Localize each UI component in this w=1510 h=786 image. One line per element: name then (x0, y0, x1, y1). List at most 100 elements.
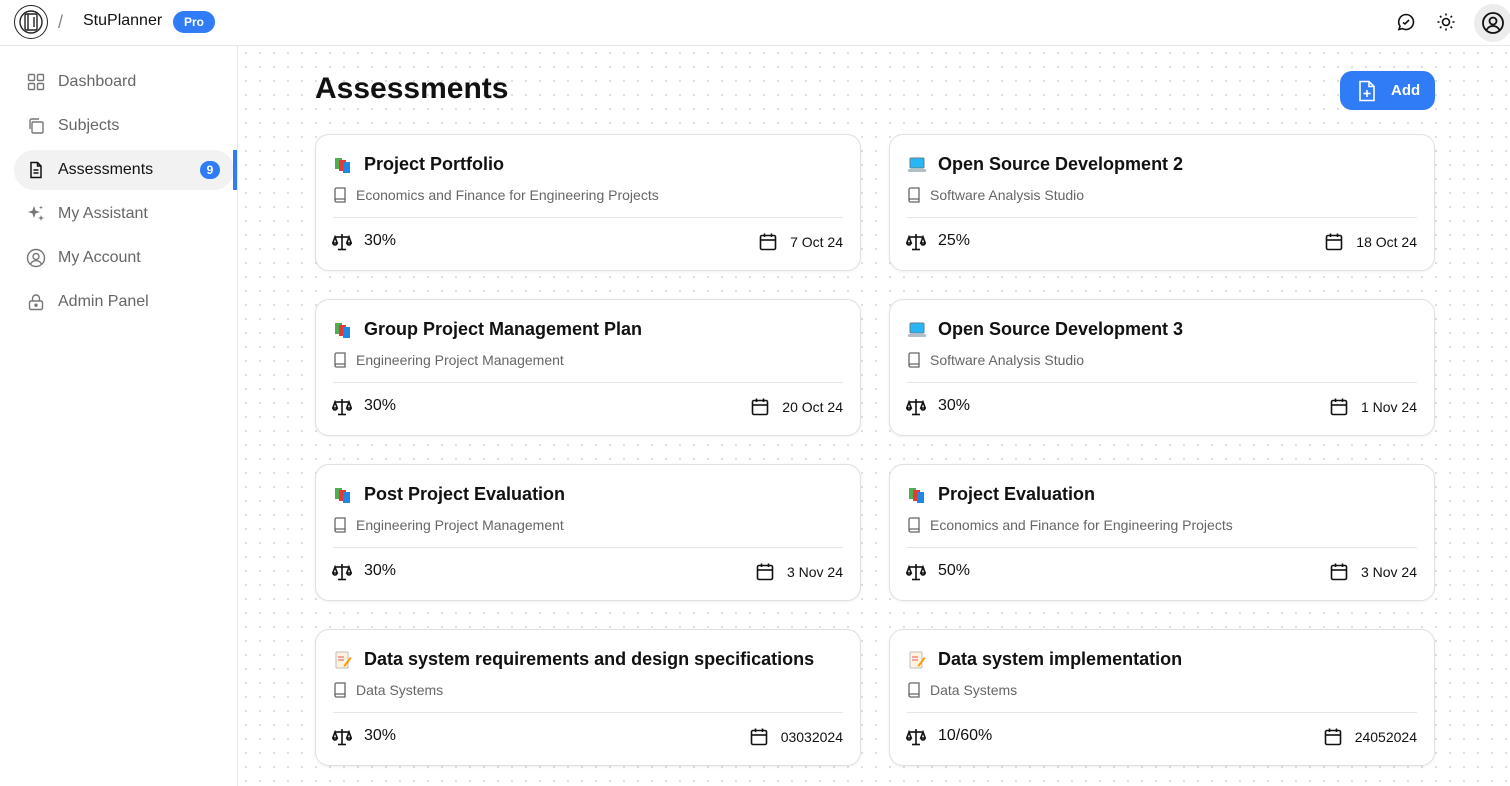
add-assessment-button[interactable]: Add (1340, 71, 1435, 110)
sidebar-item-label: My Account (58, 249, 141, 266)
calendar-icon (1323, 727, 1343, 747)
assessment-weight: 30% (938, 397, 971, 414)
books-emoji-icon (333, 155, 353, 175)
assessment-title: Project Evaluation (938, 484, 1096, 504)
calendar-icon (755, 562, 775, 582)
scale-weight-icon (905, 562, 927, 582)
sidebar: Dashboard Subjects Assessments 9 My Assi… (0, 46, 238, 786)
assessment-card[interactable]: Post Project Evaluation Engineering Proje… (315, 464, 861, 601)
card-divider (333, 217, 843, 218)
active-indicator (233, 150, 237, 190)
calendar-icon (1324, 232, 1344, 252)
sidebar-item-subjects[interactable]: Subjects (14, 106, 234, 146)
top-bar: / StuPlanner Pro (0, 0, 1510, 46)
assessment-subject: Data Systems (930, 682, 1018, 698)
assessment-date: 3 Nov 24 (786, 564, 843, 580)
memo-emoji-icon (333, 650, 353, 670)
due-date: 18 Oct 24 (1324, 232, 1417, 252)
laptop-emoji-icon (907, 155, 927, 175)
app-logo-icon[interactable] (14, 5, 48, 39)
due-date: 24052024 (1323, 727, 1417, 747)
laptop-emoji-icon (907, 320, 927, 340)
sidebar-item-dashboard[interactable]: Dashboard (14, 62, 234, 102)
chat-feedback-icon[interactable] (1395, 11, 1417, 33)
calendar-icon (1329, 562, 1349, 582)
sidebar-item-assessments[interactable]: Assessments 9 (14, 150, 234, 190)
due-date: 1 Nov 24 (1329, 397, 1417, 417)
assessment-title: Group Project Management Plan (364, 319, 643, 339)
assessment-card[interactable]: Project Evaluation Economics and Finance … (889, 464, 1435, 601)
assessment-card[interactable]: Group Project Management Plan Engineering… (315, 299, 861, 436)
scale-weight-icon (331, 562, 353, 582)
book-icon (333, 187, 347, 203)
sidebar-item-my-account[interactable]: My Account (14, 238, 234, 278)
assessment-card[interactable]: Data system requirements and design spec… (315, 629, 861, 766)
book-icon (333, 517, 347, 533)
books-emoji-icon (333, 320, 353, 340)
scale-weight-icon (331, 727, 353, 747)
calendar-icon (749, 727, 769, 747)
sidebar-item-label: Dashboard (58, 73, 137, 90)
assessment-card[interactable]: Open Source Development 3 Software Analys… (889, 299, 1435, 436)
book-icon (907, 352, 921, 368)
scale-weight-icon (331, 397, 353, 417)
sun-theme-icon[interactable] (1435, 11, 1457, 33)
book-icon (907, 187, 921, 203)
card-divider (907, 382, 1417, 383)
scale-weight-icon (331, 232, 353, 252)
assessment-title: Post Project Evaluation (364, 484, 566, 504)
book-icon (333, 352, 347, 368)
page-title: Assessments (315, 72, 509, 105)
scale-weight-icon (905, 727, 927, 747)
assessment-date: 1 Nov 24 (1360, 399, 1417, 415)
assessment-card[interactable]: Open Source Development 2 Software Analys… (889, 134, 1435, 271)
books-emoji-icon (907, 485, 927, 505)
assessment-subject: Engineering Project Management (356, 352, 564, 368)
sidebar-item-label: Subjects (58, 117, 120, 134)
account-avatar-icon[interactable] (1474, 4, 1510, 42)
sidebar-item-label: My Assistant (58, 205, 148, 222)
assessment-weight: 50% (938, 562, 971, 579)
books-emoji-icon (333, 485, 353, 505)
due-date: 20 Oct 24 (750, 397, 843, 417)
subjects-copy-icon (26, 116, 46, 136)
assessment-title: Data system implementation (938, 649, 1183, 669)
assessment-weight: 30% (364, 562, 397, 579)
dashboard-grid-icon (26, 72, 46, 92)
breadcrumb-separator: / (58, 12, 64, 32)
assessment-title: Project Portfolio (364, 154, 505, 174)
assessment-date: 3 Nov 24 (1360, 564, 1417, 580)
assessment-card[interactable]: Data system implementation Data Systems 10… (889, 629, 1435, 766)
assessment-card[interactable]: Project Portfolio Economics and Finance f… (315, 134, 861, 271)
assessment-weight: 30% (364, 727, 397, 744)
app-name[interactable]: StuPlanner (83, 12, 162, 30)
user-circle-icon (26, 248, 46, 268)
calendar-icon (750, 397, 770, 417)
assessment-subject: Software Analysis Studio (930, 352, 1085, 368)
assessment-weight: 25% (938, 232, 971, 249)
book-icon (907, 517, 921, 533)
sparkle-icon (26, 204, 46, 224)
assessment-date: 03032024 (780, 729, 843, 745)
card-divider (907, 217, 1417, 218)
file-plus-icon (1357, 80, 1379, 102)
sidebar-item-my-assistant[interactable]: My Assistant (14, 194, 234, 234)
due-date: 3 Nov 24 (755, 562, 843, 582)
card-divider (333, 382, 843, 383)
assessment-date: 24052024 (1354, 729, 1417, 745)
lock-icon (26, 292, 46, 312)
assessment-weight: 30% (364, 232, 397, 249)
main-content: Assessments Add Project Portfolio Economi… (239, 46, 1510, 786)
assessment-title: Open Source Development 2 (938, 154, 1184, 174)
card-divider (907, 547, 1417, 548)
assessment-subject: Data Systems (356, 682, 444, 698)
memo-emoji-icon (907, 650, 927, 670)
sidebar-item-admin-panel[interactable]: Admin Panel (14, 282, 234, 322)
calendar-icon (1329, 397, 1349, 417)
sidebar-item-label: Admin Panel (58, 293, 149, 310)
card-divider (333, 547, 843, 548)
due-date: 7 Oct 24 (758, 232, 843, 252)
assessment-date: 18 Oct 24 (1356, 234, 1417, 250)
assessment-date: 20 Oct 24 (782, 399, 843, 415)
book-icon (333, 682, 347, 698)
